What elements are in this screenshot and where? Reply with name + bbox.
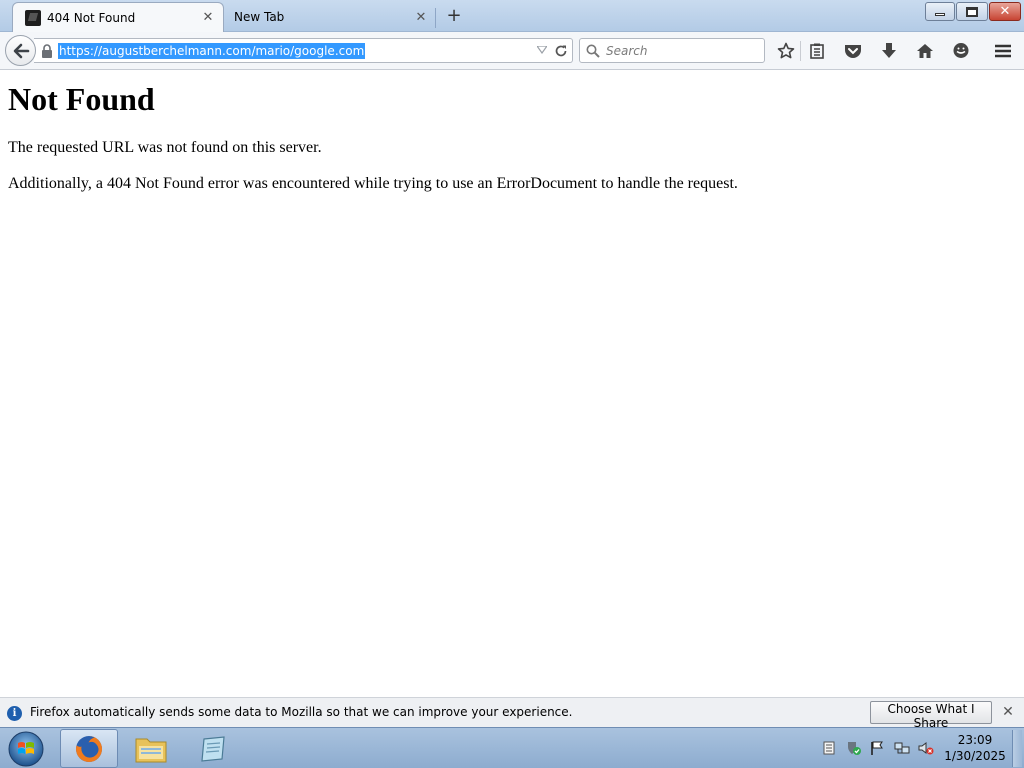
- open-menu-button[interactable]: [992, 40, 1014, 62]
- volume-muted-icon[interactable]: [918, 741, 934, 755]
- info-icon: i: [7, 706, 22, 721]
- search-input[interactable]: [604, 42, 754, 60]
- maximize-icon: [966, 6, 978, 17]
- search-icon: [586, 44, 600, 58]
- site-favicon-icon: [25, 9, 41, 26]
- close-icon: ✕: [999, 4, 1011, 19]
- security-shield-tray-icon[interactable]: [846, 741, 862, 755]
- new-tab-button[interactable]: +: [443, 4, 465, 28]
- search-bar[interactable]: [579, 38, 765, 63]
- close-tab-icon[interactable]: ✕: [412, 10, 430, 25]
- choose-what-i-share-button[interactable]: Choose What I Share: [870, 701, 992, 730]
- action-center-flag-icon[interactable]: [870, 741, 884, 755]
- taskbar-file-explorer[interactable]: [122, 729, 180, 768]
- taskbar-firefox[interactable]: [60, 729, 118, 768]
- taskbar: 23:09 1/30/2025: [0, 727, 1024, 768]
- lock-icon: [42, 44, 52, 58]
- pocket-button[interactable]: [842, 40, 864, 62]
- close-tab-icon[interactable]: ✕: [199, 10, 217, 25]
- toolbar-divider: [800, 41, 801, 61]
- system-clock[interactable]: 23:09 1/30/2025: [942, 732, 1008, 764]
- bookmarks-list-icon: [810, 43, 824, 59]
- hello-chat-button[interactable]: [950, 40, 972, 62]
- back-arrow-icon: [13, 43, 29, 58]
- download-arrow-icon: [882, 43, 896, 58]
- pocket-icon: [845, 45, 861, 58]
- tab-divider: [435, 8, 436, 28]
- star-icon: [777, 42, 795, 59]
- page-content: Not Found The requested URL was not foun…: [0, 71, 1024, 697]
- tab-title: 404 Not Found: [47, 10, 136, 25]
- maximize-button[interactable]: [956, 2, 988, 21]
- document-tray-icon[interactable]: [822, 741, 836, 755]
- error-message: The requested URL was not found on this …: [8, 139, 322, 156]
- back-button[interactable]: [5, 35, 36, 66]
- chat-bubble-icon: [953, 43, 969, 58]
- bookmark-star-button[interactable]: [775, 40, 797, 62]
- firefox-icon: [76, 735, 103, 762]
- navigation-toolbar: https://augustberchelmann.com/mario/goog…: [0, 32, 1024, 70]
- close-notification-icon[interactable]: ✕: [1000, 704, 1016, 720]
- bookmarks-menu-button[interactable]: [806, 40, 828, 62]
- home-button[interactable]: [914, 40, 936, 62]
- show-desktop-button[interactable]: [1012, 730, 1022, 767]
- clock-time: 23:09: [957, 733, 993, 747]
- tab-title: New Tab: [234, 10, 285, 24]
- page-title: Not Found: [8, 81, 155, 117]
- taskbar-app[interactable]: [184, 729, 242, 768]
- error-detail: Additionally, a 404 Not Found error was …: [8, 175, 738, 192]
- folder-icon: [135, 738, 167, 762]
- network-tray-icon[interactable]: [894, 741, 910, 755]
- hamburger-menu-icon: [995, 44, 1011, 58]
- url-text[interactable]: https://augustberchelmann.com/mario/goog…: [58, 43, 366, 59]
- start-button[interactable]: [6, 729, 46, 768]
- tab-404-not-found[interactable]: 404 Not Found ✕: [12, 2, 224, 32]
- home-icon: [917, 44, 933, 58]
- notification-message: Firefox automatically sends some data to…: [30, 705, 573, 719]
- clock-date: 1/30/2025: [944, 749, 1006, 763]
- minimize-icon: [935, 13, 945, 16]
- tab-new-tab[interactable]: New Tab ✕: [224, 2, 436, 32]
- data-reporting-notification: i Firefox automatically sends some data …: [0, 697, 1024, 730]
- windows-logo-icon: [8, 731, 44, 767]
- minimize-button[interactable]: [925, 2, 955, 21]
- close-window-button[interactable]: ✕: [989, 2, 1021, 21]
- url-bar[interactable]: https://augustberchelmann.com/mario/goog…: [34, 38, 573, 63]
- notepad-icon: [201, 735, 225, 762]
- tab-strip: 404 Not Found ✕ New Tab ✕ + ✕: [0, 0, 1024, 32]
- history-dropdown-icon[interactable]: [537, 46, 547, 54]
- reload-icon[interactable]: [554, 44, 568, 58]
- downloads-button[interactable]: [878, 40, 900, 62]
